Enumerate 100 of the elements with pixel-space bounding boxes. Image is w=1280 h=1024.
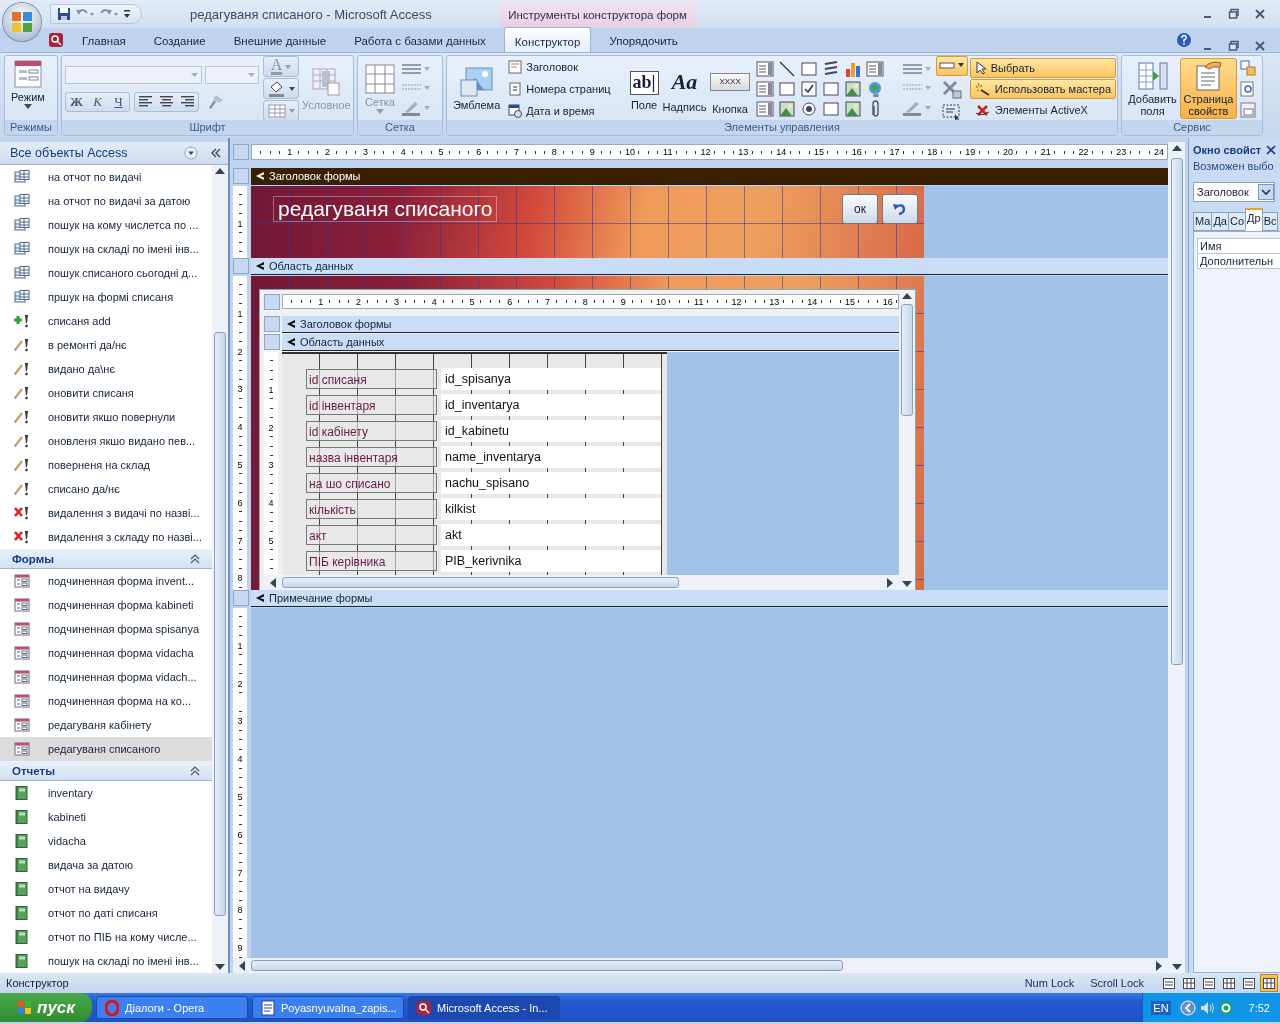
checkbox-icon[interactable] — [799, 79, 818, 98]
list-icon[interactable] — [755, 99, 774, 118]
ribbon-tab[interactable]: Создание — [139, 28, 220, 52]
nav-item[interactable]: vidacha — [0, 829, 212, 853]
left-arrow-icon[interactable] — [270, 577, 276, 588]
logo-button[interactable]: Эмблема — [450, 65, 504, 112]
nav-item[interactable]: отчот по даті списаня — [0, 901, 212, 925]
nav-item[interactable]: пошук списаного сьогодні д... — [0, 261, 212, 285]
nav-item[interactable]: на отчот по видачі — [0, 165, 212, 189]
line-width-icon[interactable] — [901, 61, 932, 76]
field-text-box[interactable]: akt — [441, 523, 661, 546]
dropdown-icon[interactable] — [184, 146, 198, 160]
up-arrow-icon[interactable] — [902, 293, 912, 299]
nav-item[interactable]: в ремонті да/нє — [0, 333, 212, 357]
scroll-thumb[interactable] — [282, 577, 679, 588]
field-label[interactable]: кількість — [306, 498, 437, 519]
restore-icon[interactable] — [1228, 40, 1240, 52]
ribbon-tab[interactable]: Главная — [68, 28, 140, 52]
add-fields-button[interactable]: Добавить поля — [1125, 59, 1180, 118]
nav-item[interactable]: подчиненная форма spisanya — [0, 617, 212, 641]
code-icon[interactable] — [1239, 79, 1257, 98]
close-icon[interactable] — [1254, 8, 1266, 20]
nav-item[interactable]: inventary — [0, 781, 212, 805]
field-label[interactable]: на шо списано — [306, 472, 437, 493]
nav-item[interactable]: подчиненная форма invent... — [0, 569, 212, 593]
nav-pane-title[interactable]: Все объекты Access — [10, 146, 178, 160]
start-button[interactable]: пуск — [0, 993, 92, 1022]
nav-item[interactable]: на отчот по видачі за датою — [0, 189, 212, 213]
right-arrow-icon[interactable] — [887, 577, 893, 588]
line-icon[interactable] — [777, 59, 796, 78]
ribbon-small-button[interactable]: Заголовок — [503, 56, 616, 77]
section-bar[interactable]: Область данных — [282, 334, 899, 351]
restore-icon[interactable] — [1228, 8, 1240, 20]
section-bar[interactable]: Заголовок формы — [282, 316, 899, 333]
ribbon-small-button[interactable]: Дата и время — [503, 100, 616, 120]
up-arrow-icon[interactable] — [215, 168, 225, 174]
scroll-thumb[interactable] — [251, 960, 843, 971]
nav-item[interactable]: списаня add — [0, 309, 212, 333]
section-bar[interactable]: Заголовок формы — [251, 168, 1168, 185]
ribbon-small-button[interactable]: Номера страниц — [503, 78, 616, 99]
nav-group-header[interactable]: Отчеты — [0, 761, 212, 781]
close-icon[interactable] — [1254, 40, 1266, 52]
vertical-scrollbar[interactable] — [899, 290, 915, 590]
property-name[interactable]: Дополнительн — [1197, 253, 1280, 269]
field-text-box[interactable]: id_kabinetu — [441, 419, 661, 442]
use-wizards-button[interactable]: Использовать мастера — [969, 78, 1116, 99]
scroll-thumb[interactable] — [901, 304, 913, 416]
field-text-box[interactable]: id_inventarya — [441, 393, 661, 416]
shield-e-icon[interactable] — [1217, 999, 1234, 1016]
subform-control[interactable] — [259, 289, 916, 591]
bold-button[interactable]: Ж — [66, 92, 87, 111]
label-button[interactable]: Aa Надпись — [660, 63, 709, 114]
horizontal-scrollbar[interactable] — [264, 575, 899, 590]
ok-button[interactable]: ок — [842, 194, 878, 224]
nav-item[interactable]: оновити списаня — [0, 381, 212, 405]
property-tab[interactable]: Др — [1245, 208, 1263, 231]
field-text-box[interactable]: nachu_spisano — [441, 471, 661, 494]
nav-item[interactable]: подчиненная форма kabineti — [0, 593, 212, 617]
nav-item[interactable]: поверненя на склад — [0, 453, 212, 477]
tab-order-icon[interactable] — [1239, 58, 1257, 77]
font-size-field[interactable] — [205, 65, 259, 84]
nav-item[interactable]: пршук на формі списаня — [0, 285, 212, 309]
ribbon-tab[interactable]: Работа с базами данных — [340, 28, 500, 52]
font-name-field[interactable] — [65, 65, 202, 84]
field-label[interactable]: назва інвентаря — [306, 446, 437, 467]
down-arrow-icon[interactable] — [1171, 964, 1182, 970]
form-title-label[interactable]: редагуваня списаного — [273, 196, 498, 222]
radio-button-icon[interactable] — [799, 99, 818, 118]
view-switch-button[interactable] — [1260, 974, 1278, 992]
control-style-button[interactable] — [935, 56, 968, 76]
nav-item[interactable]: видача за датою — [0, 853, 212, 877]
line-width-icon[interactable] — [401, 61, 431, 76]
field-label[interactable]: id кабінету — [306, 420, 437, 441]
nav-item[interactable]: видалення з складу по назві... — [0, 525, 212, 549]
nav-item[interactable]: подчиненная форма vidacha — [0, 641, 212, 665]
field-text-box[interactable]: kilkist — [441, 497, 661, 520]
brush-icon[interactable] — [207, 93, 225, 110]
save-icon[interactable] — [57, 7, 71, 21]
ribbon-tab[interactable]: Конструктор — [503, 27, 592, 52]
section-bar[interactable]: Примечание формы — [251, 590, 1168, 607]
nav-item[interactable]: подчиненная форма на ко... — [0, 689, 212, 713]
fill-color-button[interactable] — [263, 78, 299, 99]
section-bar[interactable]: Область данных — [251, 258, 1168, 275]
close-icon[interactable] — [1266, 145, 1276, 155]
nav-item[interactable]: редагуваня кабінету — [0, 713, 212, 737]
tools-icon[interactable] — [940, 78, 963, 99]
selection-frame-icon[interactable] — [940, 101, 963, 120]
language-indicator[interactable]: EN — [1151, 1000, 1171, 1015]
nav-item[interactable]: пошук на кому числетса по ... — [0, 213, 212, 237]
nav-item[interactable]: пошук на складі по імені інв... — [0, 949, 212, 973]
vertical-scrollbar[interactable] — [212, 165, 228, 973]
down-arrow-icon[interactable] — [902, 581, 912, 587]
nav-item[interactable]: отчот по ПІБ на кому числе... — [0, 925, 212, 949]
ribbon-tab[interactable]: Упорядочить — [595, 28, 692, 52]
nav-item[interactable]: отчот на видачу — [0, 877, 212, 901]
field-label[interactable]: ПІБ керівника — [306, 550, 437, 571]
nav-item[interactable]: видалення з видачі по назві... — [0, 501, 212, 525]
property-name[interactable]: Имя — [1197, 238, 1280, 254]
pen-icon[interactable] — [401, 99, 431, 116]
field-text-box[interactable]: PIB_kerivnika — [441, 549, 661, 572]
